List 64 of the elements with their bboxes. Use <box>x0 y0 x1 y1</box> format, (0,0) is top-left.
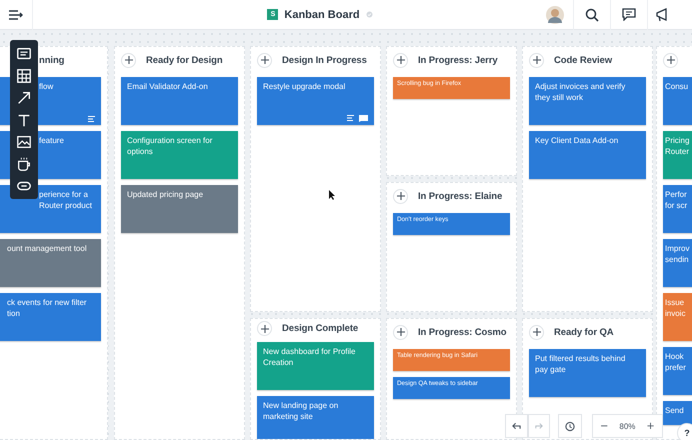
task-card[interactable]: Adjust invoices and verify they still work <box>529 77 646 125</box>
add-card-button[interactable] <box>121 52 136 68</box>
plus-icon <box>532 328 540 336</box>
image-icon[interactable] <box>16 134 32 150</box>
search-icon[interactable] <box>585 8 599 22</box>
task-card[interactable]: New landing page on marketing site <box>257 396 374 439</box>
add-card-button[interactable] <box>393 324 408 340</box>
plus-icon <box>396 56 404 64</box>
add-card-button[interactable] <box>257 52 272 68</box>
task-card[interactable]: Email Validator Add-on <box>121 77 238 125</box>
cursor-icon <box>329 190 336 200</box>
add-card-button[interactable] <box>529 324 544 340</box>
menu-icon[interactable] <box>8 10 24 20</box>
table-icon[interactable] <box>16 68 32 84</box>
plus-icon <box>260 56 268 64</box>
column-title: In Progress: Elaine <box>418 190 502 202</box>
task-card[interactable]: Consu <box>663 77 692 125</box>
plus-icon <box>666 56 674 64</box>
task-card[interactable]: Improv sendin <box>663 239 692 287</box>
plus-icon <box>532 56 540 64</box>
task-card[interactable]: Hook prefer <box>663 347 692 395</box>
column-title: Design In Progress <box>282 54 367 66</box>
task-card[interactable]: ck events for new filter tion <box>0 293 101 341</box>
history-icon[interactable] <box>565 420 575 432</box>
task-card[interactable]: Perfor for scr <box>663 185 692 233</box>
column-title: Code Review <box>554 54 612 66</box>
cup-icon[interactable] <box>16 156 32 172</box>
zoom-out-button[interactable]: − <box>593 420 616 432</box>
column-title: Ready for Design <box>146 54 223 66</box>
column-title: In Progress: Cosmo <box>418 326 506 338</box>
zoom-in-button[interactable]: + <box>639 420 662 432</box>
plus-icon <box>396 192 404 200</box>
add-card-button[interactable] <box>663 52 678 68</box>
task-card[interactable]: Put filtered results behind pay gate <box>529 349 646 397</box>
column-title: nning <box>39 54 64 66</box>
task-card[interactable]: New dashboard for Profile Creation <box>257 342 374 390</box>
task-card[interactable]: Configuration screen for options <box>121 131 238 179</box>
column-title: Ready for QA <box>554 326 614 338</box>
plus-icon <box>260 324 268 332</box>
add-card-button[interactable] <box>257 321 272 336</box>
task-card[interactable]: Restyle upgrade modal <box>257 77 374 125</box>
task-card[interactable]: ount management tool <box>0 239 101 287</box>
plus-icon <box>396 328 404 336</box>
check-circle-icon <box>366 11 373 18</box>
add-card-button[interactable] <box>393 52 408 68</box>
avatar[interactable] <box>546 6 564 24</box>
add-card-button[interactable] <box>529 52 544 68</box>
task-card[interactable]: Key Client Data Add-on <box>529 131 646 179</box>
megaphone-icon[interactable] <box>656 8 668 22</box>
task-card[interactable]: perience for a Router product <box>0 185 101 233</box>
column-title: In Progress: Jerry <box>418 54 498 66</box>
arrow-icon[interactable] <box>16 90 32 106</box>
plus-icon <box>124 56 132 64</box>
comment-icon[interactable] <box>622 8 636 21</box>
undo-icon[interactable] <box>512 422 521 430</box>
task-card[interactable]: Issue invoic <box>663 293 692 341</box>
board-title: Kanban Board <box>284 8 360 20</box>
task-card[interactable]: Send <box>663 401 692 425</box>
task-card[interactable]: Updated pricing page <box>121 185 238 233</box>
add-card-button[interactable] <box>393 188 408 204</box>
zoom-level: 80% <box>618 422 636 430</box>
task-card[interactable]: Pricing Router <box>663 131 692 179</box>
column-title: Design Complete <box>282 323 358 334</box>
note-icon[interactable] <box>16 46 32 62</box>
